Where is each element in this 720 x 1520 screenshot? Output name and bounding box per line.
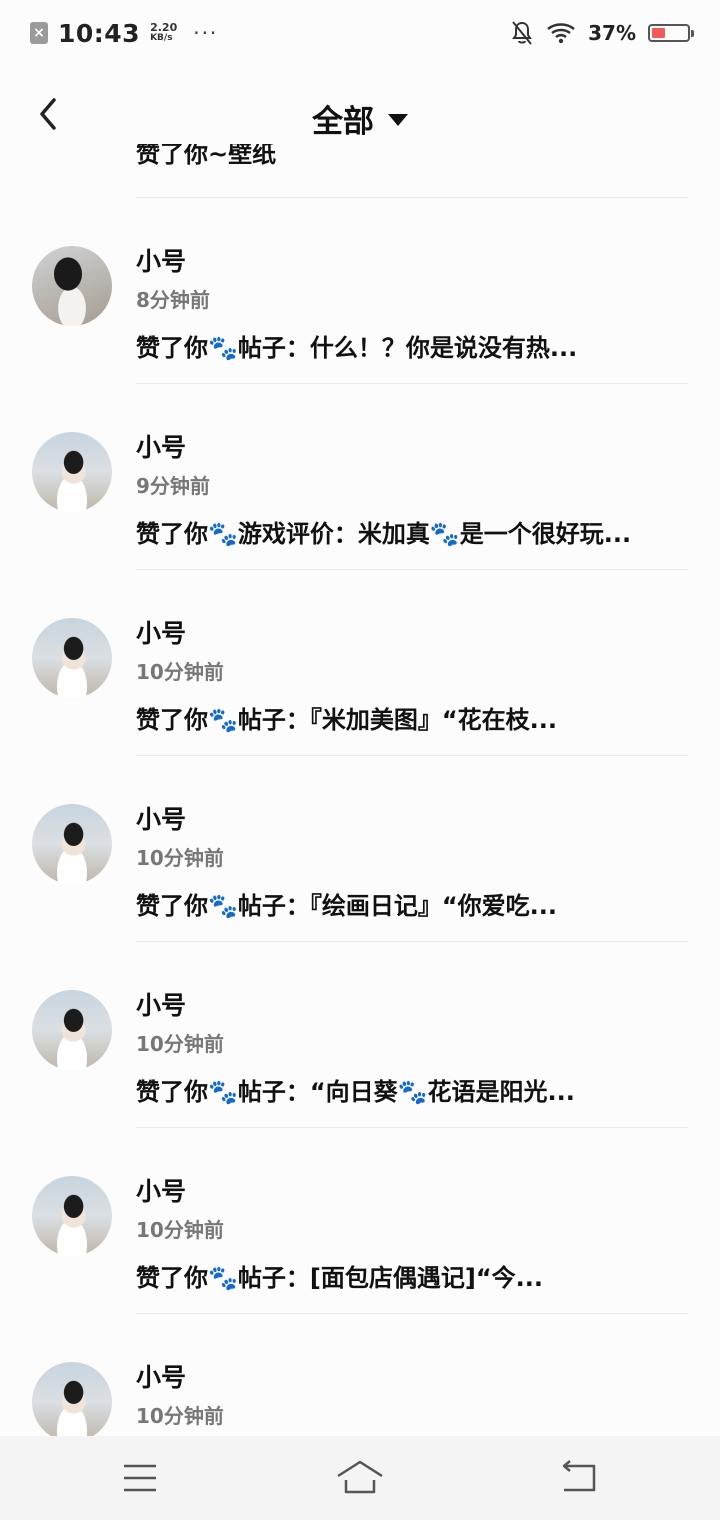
avatar[interactable] [32,432,112,512]
timestamp: 10分钟前 [136,1032,224,1056]
list-item-partial[interactable]: 赞了你~壁纸 [0,144,720,198]
avatar[interactable] [32,618,112,698]
user-name: 小号 [136,433,187,462]
user-name: 小号 [136,1363,187,1392]
battery-icon [648,24,694,42]
timestamp: 10分钟前 [136,1404,224,1428]
network-speed-value: 2.20 [150,21,178,34]
list-item[interactable]: 小号 10分钟前 赞了你🐾帖子：『绘画日记』“你爱吃... [0,756,720,942]
list-item-desc: 赞了你🐾游戏评价：米加真🐾是一个很好玩... [136,520,632,548]
timestamp: 8分钟前 [136,288,210,312]
notification-list[interactable]: 赞了你~壁纸 小号 8分钟前 赞了你🐾帖子：什么！？你是说没有热... 小号 9… [0,144,720,1436]
status-bar: × 10:43 2.20 KB/s ··· 37% [0,0,720,66]
avatar[interactable] [32,1362,112,1436]
wifi-icon [547,23,575,44]
list-item-desc: 赞了你🐾帖子：『米加美图』“花在枝... [136,706,558,734]
timestamp: 10分钟前 [136,660,224,684]
battery-level-fill [652,28,665,38]
more-notifications-icon: ··· [193,21,219,45]
user-name: 小号 [136,991,187,1020]
list-item-desc: 赞了你~壁纸 [136,144,277,168]
bell-off-icon [512,21,532,45]
timestamp: 9分钟前 [136,474,210,498]
timestamp: 10分钟前 [136,1218,224,1242]
list-item[interactable]: 小号 10分钟前 赞了你🐾帖子：『米加美图』“花在枝... [0,570,720,756]
user-name: 小号 [136,247,187,276]
notification-close-icon: × [30,22,48,44]
list-item[interactable]: 小号 10分钟前 赞了你🐾帖子：[面包店偶遇记]“今... [0,1128,720,1314]
list-item-desc: 赞了你🐾帖子：什么！？你是说没有热... [136,334,578,362]
caret-down-icon [388,113,408,126]
home-icon[interactable] [336,1456,384,1500]
page-title: 全部 [312,104,374,140]
avatar[interactable] [32,990,112,1070]
list-item-desc: 赞了你🐾帖子：[面包店偶遇记]“今... [136,1264,543,1292]
menu-icon[interactable] [116,1456,164,1500]
network-speed: 2.20 KB/s [150,22,177,44]
list-item[interactable]: 小号 10分钟前 赞了你🐾帖子：“向日葵🐾花语是阳光... [0,942,720,1128]
user-name: 小号 [136,805,187,834]
user-name: 小号 [136,1177,187,1206]
avatar[interactable] [32,1176,112,1256]
user-name: 小号 [136,619,187,648]
list-item[interactable]: 小号 10分钟前 [0,1314,720,1436]
battery-percent: 37% [588,21,636,45]
timestamp: 10分钟前 [136,846,224,870]
list-item[interactable]: 小号 8分钟前 赞了你🐾帖子：什么！？你是说没有热... [0,198,720,384]
avatar[interactable] [32,804,112,884]
avatar[interactable] [32,246,112,326]
filter-dropdown[interactable]: 全部 [0,96,720,141]
network-speed-unit: KB/s [150,33,173,43]
list-item-desc: 赞了你🐾帖子：“向日葵🐾花语是阳光... [136,1078,575,1106]
list-item[interactable]: 小号 9分钟前 赞了你🐾游戏评价：米加真🐾是一个很好玩... [0,384,720,570]
list-item-desc: 赞了你🐾帖子：『绘画日记』“你爱吃... [136,892,558,920]
status-time: 10:43 [58,18,141,48]
system-nav-bar [0,1436,720,1520]
back-icon[interactable] [556,1456,604,1500]
